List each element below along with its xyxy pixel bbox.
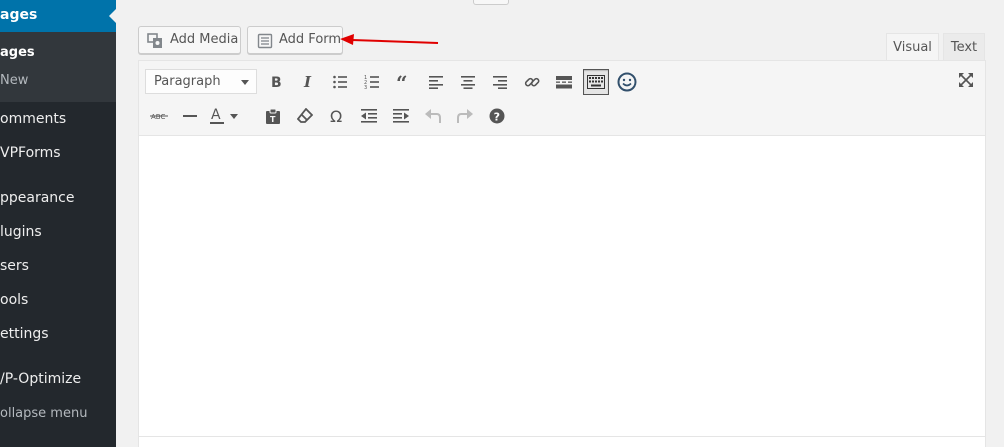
tab-text[interactable]: Text <box>943 33 985 61</box>
read-more-icon <box>556 76 572 89</box>
sidebar-item-comments[interactable]: omments <box>0 111 66 127</box>
svg-text:B: B <box>271 75 282 89</box>
svg-text:?: ? <box>494 111 500 124</box>
blockquote-icon: “ <box>396 74 408 90</box>
redo-button[interactable] <box>453 104 477 128</box>
horizontal-line-icon <box>183 115 197 117</box>
omega-symbol: Ω <box>330 108 342 124</box>
align-right-icon <box>493 76 507 89</box>
sidebar-item-plugins[interactable]: lugins <box>0 224 42 240</box>
paste-as-text-button[interactable]: T <box>261 104 285 128</box>
emoji-button[interactable] <box>615 70 639 94</box>
top-field-stub[interactable] <box>473 0 509 5</box>
italic-icon: I <box>303 75 312 89</box>
strikethrough-icon: ABC <box>150 113 168 121</box>
numbered-list-icon: 123 <box>364 75 379 90</box>
bold-icon: B <box>271 75 282 89</box>
sidebar-item-appearance[interactable]: ppearance <box>0 190 74 206</box>
add-media-icon <box>147 33 163 49</box>
outdent-icon <box>361 109 377 123</box>
format-select[interactable]: Paragraph <box>145 69 257 94</box>
editor-content-area[interactable] <box>139 137 985 437</box>
fullscreen-icon <box>959 73 973 87</box>
emoji-icon <box>617 72 637 92</box>
indent-icon <box>393 109 409 123</box>
text-color-letter: A <box>211 107 221 123</box>
submenu-add-new[interactable]: New <box>0 73 28 88</box>
bulleted-list-button[interactable] <box>328 70 352 94</box>
text-color-button[interactable]: A <box>209 104 239 128</box>
read-more-button[interactable] <box>552 70 576 94</box>
add-media-label: Add Media <box>170 32 239 47</box>
sidebar-item-wpforms[interactable]: VPForms <box>0 145 61 161</box>
fullscreen-button[interactable] <box>954 68 978 92</box>
strikethrough-label: ABC <box>151 113 165 121</box>
admin-sidebar: ages ages New omments VPForms ppearance … <box>0 0 116 447</box>
chevron-down-icon <box>241 80 249 85</box>
editor-status-divider <box>139 436 985 437</box>
svg-text:“: “ <box>396 74 408 90</box>
submenu-all-pages[interactable]: ages <box>0 45 35 60</box>
help-icon: ? <box>489 108 505 124</box>
toolbar-toggle-button[interactable] <box>583 69 609 95</box>
add-form-label: Add Form <box>279 32 342 47</box>
collapse-menu-button[interactable]: ollapse menu <box>0 406 87 421</box>
sidebar-item-label: ages <box>0 7 38 23</box>
sidebar-item-wp-optimize[interactable]: /P-Optimize <box>0 371 81 387</box>
undo-button[interactable] <box>421 104 445 128</box>
indent-button[interactable] <box>389 104 413 128</box>
special-character-icon: Ω <box>330 108 342 124</box>
clear-formatting-button[interactable] <box>293 104 317 128</box>
help-button[interactable]: ? <box>485 104 509 128</box>
svg-text:3: 3 <box>364 85 367 90</box>
italic-button[interactable]: I <box>296 70 320 94</box>
tab-visual[interactable]: Visual <box>886 33 939 61</box>
text-color-icon: A <box>210 107 238 124</box>
special-character-button[interactable]: Ω <box>325 104 349 128</box>
add-media-button[interactable]: Add Media <box>138 26 241 54</box>
content-editor: Paragraph B I 123 “ ABC A T Ω ? <box>138 60 986 447</box>
align-right-button[interactable] <box>488 70 512 94</box>
format-select-value: Paragraph <box>154 74 221 89</box>
align-left-icon <box>429 76 443 89</box>
sidebar-item-pages[interactable]: ages <box>0 0 116 32</box>
align-left-button[interactable] <box>424 70 448 94</box>
svg-text:I: I <box>303 75 312 89</box>
svg-text:T: T <box>270 115 276 124</box>
sidebar-item-users[interactable]: sers <box>0 258 29 274</box>
pages-submenu: ages New <box>0 32 116 102</box>
red-arrow-annotation <box>340 34 439 45</box>
blockquote-button[interactable]: “ <box>392 70 416 94</box>
outdent-button[interactable] <box>357 104 381 128</box>
sidebar-item-settings[interactable]: ettings <box>0 326 49 342</box>
bulleted-list-icon <box>333 75 347 89</box>
bold-button[interactable]: B <box>264 70 288 94</box>
numbered-list-button[interactable]: 123 <box>360 70 384 94</box>
undo-icon <box>425 109 441 123</box>
align-center-icon <box>461 76 475 89</box>
toolbar-toggle-icon <box>587 75 605 89</box>
paste-as-text-icon: T <box>266 108 280 124</box>
horizontal-line-button[interactable] <box>178 104 202 128</box>
editor-toolbar: Paragraph B I 123 “ ABC A T Ω ? <box>139 61 985 136</box>
clear-formatting-icon <box>297 108 313 123</box>
form-icon <box>257 33 273 49</box>
redo-icon <box>457 109 473 123</box>
align-center-button[interactable] <box>456 70 480 94</box>
strikethrough-button[interactable]: ABC <box>147 104 171 128</box>
sidebar-item-tools[interactable]: ools <box>0 292 28 308</box>
insert-link-button[interactable] <box>520 70 544 94</box>
add-form-button[interactable]: Add Form <box>247 26 343 54</box>
link-icon <box>524 77 540 87</box>
